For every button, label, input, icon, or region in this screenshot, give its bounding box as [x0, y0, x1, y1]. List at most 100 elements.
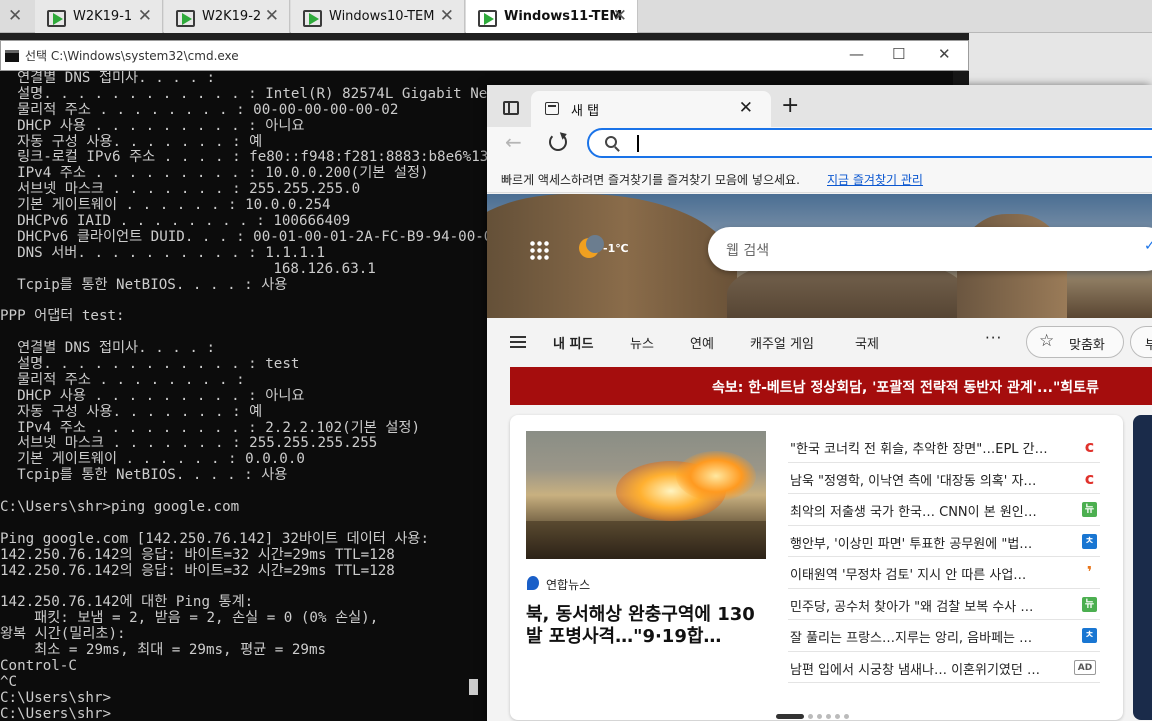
plus-icon[interactable]: +	[781, 93, 799, 118]
vm-icon	[478, 9, 497, 27]
close-icon[interactable]: ✕	[938, 45, 951, 63]
maximize-icon[interactable]: ☐	[892, 45, 905, 63]
web-search-box[interactable]: 웹 검색 ✓	[708, 227, 1152, 271]
hero-rock	[487, 194, 737, 318]
customize-label: 맞춤화	[1069, 338, 1105, 353]
close-icon[interactable]: ✕	[613, 6, 627, 26]
back-arrow-icon[interactable]: ←	[505, 130, 522, 154]
vm-tab-w2k19-1[interactable]: W2K19-1 ✕	[35, 0, 163, 33]
news-image[interactable]	[526, 431, 766, 559]
search-arrow-icon[interactable]: ✓	[1144, 238, 1152, 254]
breaking-news-banner[interactable]: 속보: 한-베트남 정상회담, '포괄적 전략적 동반자 관계'..."희토류	[510, 367, 1152, 405]
headline-item[interactable]: 잘 풀리는 프랑스…지루는 앙리, 음바페는 … ㅊ	[788, 620, 1100, 652]
customize-button[interactable]: ☆ 맞춤화	[1026, 326, 1124, 358]
carousel-dot[interactable]	[826, 714, 831, 719]
nav-my-feed[interactable]: 내 피드	[553, 333, 593, 352]
source-c-icon: c	[1084, 437, 1095, 456]
vm-tab-windows10-tem[interactable]: Windows10-TEM ✕	[291, 0, 465, 33]
vm-tab-label: Windows11-TEM	[504, 9, 623, 24]
vm-tab-w2k19-2[interactable]: W2K19-2 ✕	[164, 0, 290, 33]
text-caret	[637, 135, 639, 152]
headline-item[interactable]: "한국 코너킥 전 휘슬, 추악한 장면"…EPL 간… c	[788, 431, 1100, 463]
cmd-icon	[5, 49, 19, 62]
headline-text: 최악의 저출생 국가 한국… CNN이 본 원인…	[790, 505, 1037, 520]
headline-item[interactable]: 이태원역 '무정차 검토' 지시 안 따른 사업… ❜	[788, 557, 1100, 589]
close-icon[interactable]: ✕	[138, 6, 152, 26]
vm-icon	[47, 9, 66, 27]
apps-grid-icon[interactable]	[529, 240, 549, 260]
vm-tab-label: W2K19-1	[73, 9, 133, 24]
tab-new-tab[interactable]: 새 탭 ✕	[531, 91, 771, 127]
more-icon[interactable]: ···	[985, 329, 1002, 347]
moon-icon[interactable]	[579, 235, 604, 258]
breaking-headline: 한-베트남 정상회담, '포괄적 전략적 동반자 관계'..."희토류	[743, 380, 1099, 396]
yonhap-logo-icon	[527, 576, 539, 590]
manage-favorites-link[interactable]: 지금 즐겨찾기 관리	[827, 171, 923, 188]
carousel-dot[interactable]	[835, 714, 840, 719]
headline-item[interactable]: 민주당, 공수처 찾아가 "왜 검찰 보복 수사 … 뉴	[788, 589, 1100, 620]
minimize-icon[interactable]: —	[849, 45, 864, 63]
carousel-dot[interactable]	[817, 714, 822, 719]
close-icon[interactable]: ✕	[8, 6, 22, 26]
edge-window[interactable]: 새 탭 ✕ + ← 빠르게 액세스하려면 즐겨찾기를 즐겨찾기 모음에 넣으세요…	[487, 85, 1152, 721]
text-cursor	[469, 679, 478, 695]
close-icon[interactable]: ✕	[739, 98, 753, 118]
breaking-label: 속보:	[712, 380, 744, 396]
close-icon[interactable]: ✕	[265, 6, 279, 26]
menu-icon[interactable]	[510, 336, 526, 348]
desktop-background	[969, 33, 1152, 85]
source-orange-icon: ❜	[1086, 563, 1093, 581]
carousel-dot[interactable]	[808, 714, 813, 719]
carousel-dots[interactable]	[776, 706, 853, 719]
headline-text: 잘 풀리는 프랑스…지루는 앙리, 음바페는 …	[790, 631, 1033, 646]
headline-item[interactable]: 행안부, '이상민 파면' 투표한 공무원에 "법… ㅊ	[788, 526, 1100, 557]
vm-tab-windows11-tem[interactable]: Windows11-TEM ✕	[466, 0, 638, 33]
edge-tab-bar: 새 탭 ✕ +	[487, 85, 1152, 127]
feed-nav: 내 피드 뉴스 연예 캐주얼 게임 국제 ··· ☆ 맞춤화 부	[487, 318, 1152, 366]
side-card[interactable]	[1133, 415, 1152, 720]
address-bar[interactable]	[587, 128, 1152, 158]
ad-badge: AD	[1074, 659, 1096, 675]
main-headline[interactable]: 북, 동서해상 완충구역에 130발 포병사격…"9·19합…	[526, 604, 766, 648]
headline-item[interactable]: 남욱 "정영학, 이낙연 측에 '대장동 의혹' 자… c	[788, 463, 1100, 494]
tab-actions-icon[interactable]	[503, 101, 519, 115]
headline-item[interactable]: 남편 입에서 시궁창 냄새나… 이혼위기였던 … AD	[788, 652, 1100, 683]
cmd-titlebar[interactable]: 선택 C:\Windows\system32\cmd.exe — ☐ ✕	[0, 40, 969, 71]
headline-text: 행안부, '이상민 파면' 투표한 공무원에 "법…	[790, 536, 1033, 552]
refresh-icon[interactable]	[549, 133, 567, 151]
image-ground	[526, 521, 766, 559]
nav-news[interactable]: 뉴스	[630, 333, 654, 352]
vm-icon	[303, 9, 322, 27]
source-blue-icon: ㅊ	[1082, 533, 1097, 549]
hero-background: -1℃ 웹 검색 ✓	[487, 194, 1152, 318]
carousel-dot[interactable]	[776, 714, 804, 719]
close-icon[interactable]: ✕	[440, 6, 454, 26]
search-icon	[605, 136, 617, 148]
new-tab-icon	[545, 102, 559, 115]
breaking-news-text: 속보: 한-베트남 정상회담, '포괄적 전략적 동반자 관계'..."희토류	[712, 377, 1099, 397]
headline-text: 남욱 "정영학, 이낙연 측에 '대장동 의혹' 자…	[790, 473, 1037, 489]
favorites-bar: 빠르게 액세스하려면 즐겨찾기를 즐겨찾기 모음에 넣으세요. 지금 즐겨찾기 …	[487, 163, 1152, 193]
vm-tab-label: W2K19-2	[202, 9, 262, 24]
web-search-placeholder: 웹 검색	[726, 243, 770, 259]
star-icon: ☆	[1039, 331, 1055, 351]
headline-text: 이태원역 '무정차 검토' 지시 안 따른 사업…	[790, 568, 1027, 583]
image-blast	[676, 451, 756, 501]
headline-text: 남편 입에서 시궁창 냄새나… 이혼위기였던 …	[790, 662, 1040, 678]
nav-casual-games[interactable]: 캐주얼 게임	[750, 333, 814, 352]
headline-text: 민주당, 공수처 찾아가 "왜 검찰 보복 수사 …	[790, 599, 1034, 615]
cmd-title: 선택 C:\Windows\system32\cmd.exe	[25, 49, 239, 63]
news-card: 연합뉴스 북, 동서해상 완충구역에 130발 포병사격…"9·19합… "한국…	[510, 415, 1123, 720]
favorites-hint: 빠르게 액세스하려면 즐겨찾기를 즐겨찾기 모음에 넣으세요.	[501, 173, 800, 187]
tab-title: 새 탭	[571, 104, 600, 119]
next-nav-button[interactable]: 부	[1130, 326, 1152, 358]
headline-item[interactable]: 최악의 저출생 국가 한국… CNN이 본 원인… 뉴	[788, 494, 1100, 526]
nav-world[interactable]: 국제	[855, 333, 879, 352]
nav-entertainment[interactable]: 연예	[690, 333, 714, 352]
edge-toolbar: ←	[487, 127, 1152, 163]
weather-temperature[interactable]: -1℃	[603, 242, 629, 255]
headline-text: "한국 코너킥 전 휘슬, 추악한 장면"…EPL 간…	[790, 442, 1048, 457]
vm-tab-strip: ✕ W2K19-1 ✕ W2K19-2 ✕ Windows10-TEM ✕ Wi…	[0, 0, 1152, 33]
source-green-icon: 뉴	[1082, 502, 1097, 517]
carousel-dot[interactable]	[844, 714, 849, 719]
